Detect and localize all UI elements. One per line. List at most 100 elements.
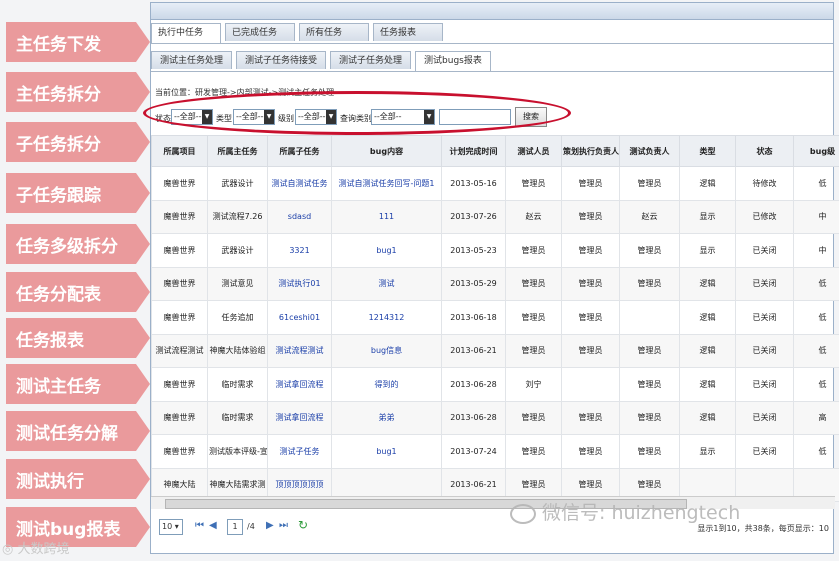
cell-plan-owner: 管理员 (561, 266, 620, 301)
col-planned-date[interactable]: 计划完成时间 (441, 135, 506, 167)
cell-bug-content[interactable]: bug信息 (331, 333, 442, 368)
col-bug-content[interactable]: bug内容 (331, 135, 442, 167)
cell-bug-level: 低 (793, 300, 839, 335)
table-row[interactable]: 魔兽世界 测试意见 测试执行01 测试 2013-05-29 管理员 管理员 管理员 逻辑 已关闭… (151, 266, 839, 301)
prev-page-icon[interactable]: ◀ (209, 520, 217, 531)
subtab-subtask-pending[interactable]: 测试子任务待接受 (236, 51, 327, 69)
next-page-icon[interactable]: ▶ (266, 520, 274, 531)
cell-type: 显示 (679, 199, 736, 234)
cell-plan-owner: 管理员 (561, 199, 620, 234)
cell-bug-content[interactable]: 测试自测试任务回写-问题1 (331, 166, 442, 201)
tab-report[interactable]: 任务报表 (373, 23, 443, 41)
col-bug-level[interactable]: bug级 (793, 135, 839, 167)
cell-bug-content[interactable]: bug1 (331, 434, 442, 469)
col-subtask[interactable]: 所属子任务 (267, 135, 332, 167)
search-input[interactable] (439, 109, 511, 125)
cell-bug-content[interactable]: 得到的 (331, 367, 442, 402)
table-row[interactable]: 魔兽世界 测试版本评级-宣 测试子任务 bug1 2013-07-24 管理员 管理员 管理员… (151, 434, 839, 469)
cell-bug-level: 低 (793, 333, 839, 368)
cell-subtask[interactable]: 3321 (267, 233, 332, 268)
status-select[interactable]: --全部-- ▼ (171, 109, 213, 125)
app-window: 执行中任务 已完成任务 所有任务 任务报表 测试主任务处理 测试子任务待接受 测… (143, 2, 839, 554)
first-page-icon[interactable]: ⏮ (195, 520, 204, 531)
cell-planned-date: 2013-06-18 (441, 300, 506, 335)
nav-item-task-report: 任务报表 (6, 318, 150, 358)
col-main-task[interactable]: 所属主任务 (207, 135, 268, 167)
table-row[interactable]: 魔兽世界 武器设计 测试自测试任务 测试自测试任务回写-问题1 2013-05-16 管理… (151, 166, 839, 201)
tab-executing[interactable]: 执行中任务 (151, 23, 221, 43)
cell-status: 已关闭 (735, 400, 794, 435)
corner-logo: ◎ 大数跨境 (2, 542, 70, 557)
cell-tester: 管理员 (505, 166, 562, 201)
chevron-down-icon: ▼ (326, 110, 336, 124)
col-tester[interactable]: 测试人员 (505, 135, 562, 167)
cell-type: 逻辑 (679, 367, 736, 402)
level-select[interactable]: --全部-- ▼ (295, 109, 337, 125)
bug-table: 所属项目 所属主任务 所属子任务 bug内容 计划完成时间 测试人员 策划执行负… (151, 135, 839, 502)
cell-type: 逻辑 (679, 400, 736, 435)
query-type-select[interactable]: --全部-- ▼ (371, 109, 435, 125)
subtab-subtask-handling[interactable]: 测试子任务处理 (330, 51, 412, 69)
watermark: 微信号: huizhengtech (510, 498, 740, 525)
cell-subtask[interactable]: 测试流程测试 (267, 333, 332, 368)
col-test-owner[interactable]: 测试负责人 (619, 135, 680, 167)
nav-item-multilevel-split: 任务多级拆分 (6, 224, 150, 264)
status-label: 状态 (155, 114, 171, 123)
table-row[interactable]: 魔兽世界 测试流程7.26 sdasd 111 2013-07-26 赵云 管理员 赵云 显示已… (151, 199, 839, 234)
cell-subtask[interactable]: 61ceshi01 (267, 300, 332, 335)
total-pages: /4 (247, 522, 255, 531)
col-project[interactable]: 所属项目 (151, 135, 208, 167)
chevron-down-icon: ▼ (264, 110, 274, 124)
cell-bug-content[interactable]: 测试 (331, 266, 442, 301)
wechat-icon (510, 503, 536, 524)
table-row[interactable]: 测试流程测试 神魔大陆体验组 测试流程测试 bug信息 2013-06-21 管理员 管理员… (151, 333, 839, 368)
col-type[interactable]: 类型 (679, 135, 736, 167)
cell-project: 魔兽世界 (151, 233, 208, 268)
cell-subtask[interactable]: 测试拿回流程 (267, 400, 332, 435)
cell-test-owner: 管理员 (619, 233, 680, 268)
cell-bug-content[interactable]: 弟弟 (331, 400, 442, 435)
subtab-bugs-report[interactable]: 测试bugs报表 (415, 51, 491, 71)
chevron-down-icon: ▼ (202, 110, 212, 124)
last-page-icon[interactable]: ⏭ (279, 520, 288, 531)
tab-completed[interactable]: 已完成任务 (225, 23, 295, 41)
col-plan-owner[interactable]: 策划执行负责人 (561, 135, 620, 167)
table-row[interactable]: 魔兽世界 临时需求 测试拿回流程 弟弟 2013-06-28 管理员 管理员 管理员 逻辑 已关闭… (151, 400, 839, 435)
cell-subtask[interactable]: 测试执行01 (267, 266, 332, 301)
cell-subtask[interactable]: 测试自测试任务 (267, 166, 332, 201)
cell-plan-owner (561, 367, 620, 402)
cell-type: 逻辑 (679, 166, 736, 201)
tab-all[interactable]: 所有任务 (299, 23, 369, 41)
type-select[interactable]: --全部-- ▼ (233, 109, 275, 125)
cell-test-owner: 管理员 (619, 367, 680, 402)
window-top-bar (151, 3, 833, 20)
cell-bug-content[interactable]: 111 (331, 199, 442, 234)
tabs-divider (151, 43, 833, 44)
cell-subtask[interactable]: 测试拿回流程 (267, 367, 332, 402)
cell-main-task: 武器设计 (207, 166, 268, 201)
cell-plan-owner: 管理员 (561, 333, 620, 368)
table-row[interactable]: 魔兽世界 临时需求 测试拿回流程 得到的 2013-06-28 刘宁 管理员 逻辑 已关闭低 (151, 367, 839, 402)
table-header-row: 所属项目 所属主任务 所属子任务 bug内容 计划完成时间 测试人员 策划执行负… (151, 135, 839, 167)
col-status[interactable]: 状态 (735, 135, 794, 167)
subtab-test-main-task[interactable]: 测试主任务处理 (151, 51, 233, 69)
refresh-icon[interactable]: ↻ (298, 518, 308, 532)
cell-main-task: 神魔大陆体验组 (207, 333, 268, 368)
page-size-select[interactable]: 10 ▾ (159, 519, 183, 535)
cell-planned-date: 2013-06-28 (441, 367, 506, 402)
table-row[interactable]: 魔兽世界 武器设计 3321 bug1 2013-05-23 管理员 管理员 管理员 显示 已关闭… (151, 233, 839, 268)
cell-project: 魔兽世界 (151, 266, 208, 301)
page-number-input[interactable]: 1 (227, 519, 243, 535)
search-button[interactable]: 搜索 (515, 107, 547, 127)
cell-tester: 刘宁 (505, 367, 562, 402)
cell-bug-content[interactable]: bug1 (331, 233, 442, 268)
cell-subtask[interactable]: sdasd (267, 199, 332, 234)
table-row[interactable]: 魔兽世界 任务追加 61ceshi01 1214312 2013-06-18 管理员 管理员… (151, 300, 839, 335)
cell-bug-content[interactable]: 1214312 (331, 300, 442, 335)
cell-status: 已修改 (735, 199, 794, 234)
cell-subtask[interactable]: 测试子任务 (267, 434, 332, 469)
nav-item-main-task-dispatch: 主任务下发 (6, 22, 150, 62)
left-feature-nav: 主任务下发 主任务拆分 子任务拆分 子任务跟踪 任务多级拆分 任务分配表 任务报… (0, 0, 150, 561)
subtabs-divider (151, 71, 833, 72)
cell-tester: 管理员 (505, 333, 562, 368)
